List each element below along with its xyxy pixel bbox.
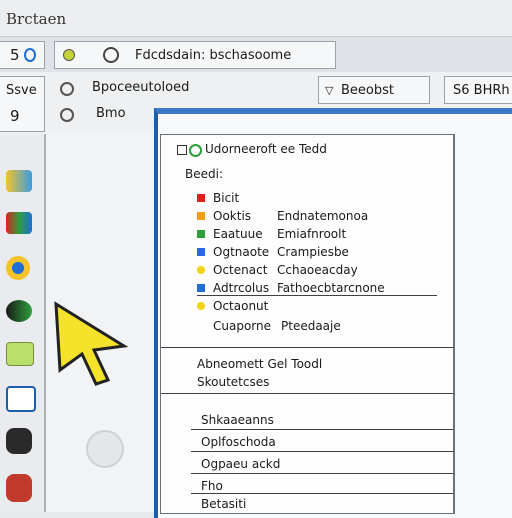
list-item-right: Endnatemonoa (277, 209, 369, 223)
grid-icon[interactable] (6, 386, 36, 412)
settings-icon[interactable] (103, 47, 119, 63)
arrow-cursor-icon (54, 301, 129, 386)
radio-icon[interactable] (60, 82, 74, 96)
option-item[interactable]: Ogpaeu ackd (201, 457, 280, 471)
folder-icon[interactable] (6, 170, 32, 192)
chrome-icon[interactable] (6, 256, 30, 280)
color-swatch (197, 212, 205, 220)
dialog: Udorneeroft ee Tedd Beedi: Bicit Ooktis … (160, 134, 455, 514)
divider (191, 473, 453, 474)
dropdown-label: Beeobst (341, 83, 394, 98)
refresh-icon[interactable] (24, 48, 36, 62)
tab-box[interactable]: 5 (0, 41, 45, 69)
app-icon[interactable] (6, 474, 32, 502)
right-label: S6 BHRh (453, 83, 510, 98)
checkbox-icon[interactable] (177, 145, 187, 155)
left-panel-box[interactable]: Ssve 9 (0, 76, 45, 132)
dialog-subtitle: Beedi: (185, 167, 223, 181)
camera-icon[interactable] (6, 300, 32, 322)
mid-label-2: Bmo (96, 106, 126, 121)
section2-line1: Abneomett Gel Toodl (197, 357, 323, 371)
power-icon[interactable] (6, 428, 32, 454)
color-swatch (197, 248, 205, 256)
option-item[interactable]: Oplfoschoda (201, 435, 276, 449)
list-item-left[interactable]: Ogtnaote (213, 245, 269, 259)
dropdown-icon: ▽ (325, 84, 334, 97)
right-box[interactable]: S6 BHRh (444, 76, 512, 104)
mid-label-1: Bpoceeutoloed (92, 80, 190, 95)
left-number: 9 (10, 107, 20, 125)
divider (161, 347, 453, 348)
list-item-left[interactable]: Adtrcolus (213, 281, 269, 295)
address-bar[interactable]: Fdcdsdain: bschasoome (54, 41, 336, 69)
dialog-header: Udorneeroft ee Tedd (205, 142, 327, 156)
window-title: Brctaen (6, 10, 67, 28)
address-text: Fdcdsdain: bschasoome (135, 48, 292, 63)
color-swatch (197, 194, 205, 202)
list-item-left[interactable]: Cuaporne (213, 319, 271, 333)
option-item[interactable]: Shkaaeanns (201, 413, 274, 427)
item-list: Bicit Ooktis Endnatemonoa Eaatuue Emiafn… (197, 191, 447, 333)
divider (161, 393, 453, 394)
divider (191, 429, 453, 430)
list-item-left[interactable]: Octaonut (213, 299, 268, 313)
dropdown[interactable]: ▽ Beeobst (318, 76, 430, 104)
list-item-left[interactable]: Octenact (213, 263, 267, 277)
image-icon[interactable] (6, 342, 34, 366)
color-swatch (197, 302, 205, 310)
option-item[interactable]: Betasiti (201, 497, 246, 511)
list-item-left[interactable]: Eaatuue (213, 227, 263, 241)
toolbar: 5 Fdcdsdain: bschasoome (0, 36, 512, 74)
option-item[interactable]: Fho (201, 479, 223, 493)
left-label: Ssve (6, 83, 37, 98)
tab-number: 5 (10, 46, 20, 64)
status-icon (189, 144, 202, 157)
list-item-right: Pteedaaje (281, 319, 341, 333)
list-item-left[interactable]: Ooktis (213, 209, 251, 223)
list-item-right: Emiafnroolt (277, 227, 347, 241)
list-item-right: Crampiesbe (277, 245, 349, 259)
radio-icon[interactable] (60, 108, 74, 122)
palette-icon[interactable] (6, 212, 32, 234)
color-swatch (197, 230, 205, 238)
divider (191, 451, 453, 452)
divider (191, 493, 453, 494)
color-swatch (197, 284, 205, 292)
section2-line2: Skoutetcses (197, 375, 270, 389)
sidebar (0, 134, 46, 512)
color-swatch (197, 266, 205, 274)
status-icon (63, 49, 75, 61)
list-item-left[interactable]: Bicit (213, 191, 239, 205)
list-item-right: Fathoecbtarcnone (277, 281, 385, 295)
round-button[interactable] (86, 430, 124, 468)
title-bar: Brctaen (0, 0, 512, 36)
divider (197, 295, 437, 296)
list-item-right: Cchaoeacday (277, 263, 358, 277)
